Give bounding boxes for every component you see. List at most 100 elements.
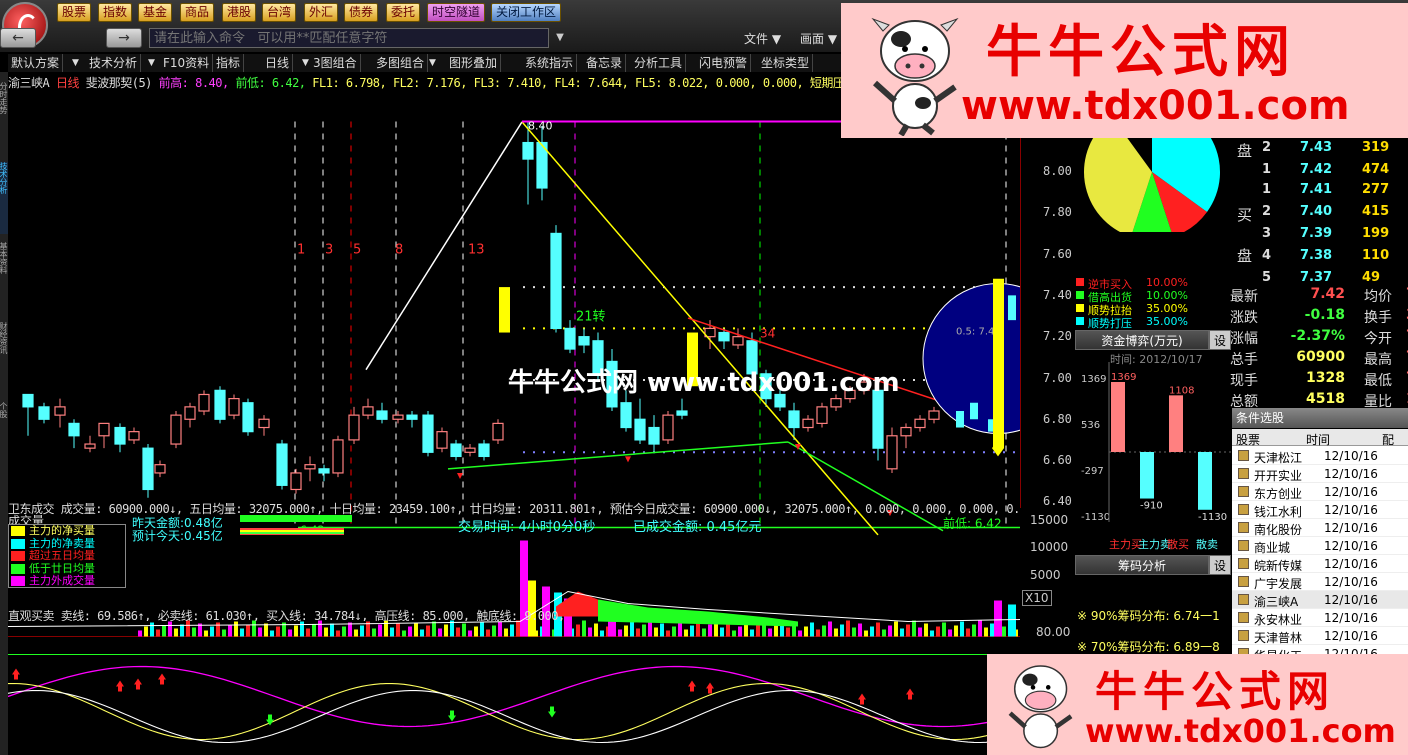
volume-bar <box>1002 626 1006 637</box>
pie-legend-value: 35.00% <box>1146 315 1188 328</box>
quote-label: 现手 <box>1230 373 1258 389</box>
stock-list-row[interactable]: 渝三峡A 12/10/16 <box>1232 591 1408 609</box>
candlestick <box>802 415 814 432</box>
ad-banner-bottom[interactable]: 牛牛公式网 www.tdx001.com <box>987 654 1408 755</box>
stock-date: 12/10/16 <box>1324 521 1378 535</box>
stock-list-column-header[interactable]: 时间 <box>1306 431 1330 448</box>
toolbar-item-7[interactable]: 图形叠加 <box>446 54 502 72</box>
toolbar-item-11[interactable]: 闪电预警 <box>696 54 752 72</box>
stock-list-row[interactable]: 南化股份 12/10/16 <box>1232 519 1408 537</box>
nav-button-1[interactable]: 指数 <box>98 3 133 22</box>
chip-panel-header[interactable]: 筹码分析 <box>1075 555 1209 575</box>
command-input[interactable] <box>149 28 549 48</box>
candlestick <box>128 427 140 445</box>
command-dropdown-icon[interactable]: ▼ <box>552 28 568 48</box>
volume-bar <box>288 629 292 637</box>
volume-bar <box>462 623 466 637</box>
volume-bar <box>648 620 652 637</box>
stock-list-row[interactable]: 天津松江 12/10/16 <box>1232 447 1408 465</box>
trend-line <box>365 121 523 371</box>
stock-list-row[interactable]: 商业城 12/10/16 <box>1232 537 1408 555</box>
stock-date: 12/10/16 <box>1324 629 1378 643</box>
back-button[interactable]: ← <box>0 28 36 48</box>
quote-label: 均价 <box>1364 289 1392 305</box>
stock-list-row[interactable]: 开开实业 12/10/16 <box>1232 465 1408 483</box>
volume-bar <box>258 627 262 637</box>
volume-bar <box>168 621 172 637</box>
indicator-info-line: 直观买卖 卖线: 69.586↑, 必卖线: 61.030↑, 买入线: 34.… <box>8 609 565 621</box>
volume-bar <box>300 621 304 637</box>
toolbar-item-9[interactable]: 备忘录 <box>583 54 627 72</box>
toolbar-item-10[interactable]: 分析工具 <box>631 54 687 72</box>
stock-name: 商业城 <box>1254 541 1291 555</box>
price-chart[interactable]: 1358138.4021转346.42前低: 6.420.5: 7.41留意留意… <box>8 88 1020 755</box>
volume-bar <box>636 628 640 637</box>
volume-bar <box>768 628 772 637</box>
volume-bar <box>360 625 364 637</box>
stock-list: 股票 时间 配天津松江 12/10/16 开开实业 12/10/16 东方创业 12/10/1… <box>1232 429 1408 655</box>
stock-list-row[interactable]: 钱江水利 12/10/16 <box>1232 501 1408 519</box>
price-tick-label: 7.20 <box>1043 329 1072 344</box>
toolbar-item-6[interactable]: 多图组合 <box>373 54 429 72</box>
fund-settings-button[interactable]: 设 <box>1209 330 1231 350</box>
stock-list-column-header[interactable]: 配 <box>1382 431 1394 448</box>
nav-button-7[interactable]: 债券 <box>344 3 379 22</box>
left-tab-3[interactable]: 财经资讯 <box>0 322 8 394</box>
yesterday-bar <box>240 515 352 522</box>
stock-list-row[interactable]: 东方创业 12/10/16 <box>1232 483 1408 501</box>
toolbar-item-3[interactable]: 指标 <box>213 54 245 72</box>
ad-banner-top[interactable]: 牛牛公式网 www.tdx001.com <box>841 3 1408 138</box>
view-menu[interactable]: 画面 ▼ <box>800 30 837 47</box>
dropdown-arrow-icon[interactable]: ▼ <box>429 54 439 72</box>
file-menu[interactable]: 文件 ▼ <box>744 30 781 47</box>
left-tab-2[interactable]: 基本资料 <box>0 242 8 314</box>
volume-bar <box>276 626 280 637</box>
dropdown-arrow-icon[interactable]: ▼ <box>72 54 82 72</box>
stock-list-row[interactable]: 永安林业 12/10/16 <box>1232 609 1408 627</box>
stock-list-row[interactable]: 皖新传媒 12/10/16 <box>1232 555 1408 573</box>
price-tick-label: 8.00 <box>1043 164 1072 178</box>
toolbar-item-4[interactable]: 日线 <box>262 54 294 72</box>
stock-list-row[interactable]: 天津普林 12/10/16 <box>1232 627 1408 645</box>
volume-bar <box>186 620 190 637</box>
candlestick <box>54 398 66 428</box>
ob-price: 7.43 <box>1300 140 1333 155</box>
fund-bar <box>1169 395 1183 452</box>
toolbar-item-2[interactable]: F10资料 <box>160 54 214 72</box>
volume-bar <box>210 626 214 637</box>
toolbar-item-0[interactable]: 默认方案 <box>8 54 64 72</box>
nav-button-0[interactable]: 股票 <box>57 3 92 22</box>
left-tab-1[interactable]: 技术分析 <box>0 162 8 234</box>
volume-bar <box>330 623 334 637</box>
nav-button-2[interactable]: 基金 <box>138 3 173 22</box>
stock-list-row[interactable]: 广宇发展 12/10/16 <box>1232 573 1408 591</box>
nav-button-4[interactable]: 港股 <box>222 3 257 22</box>
nav-button-6[interactable]: 外汇 <box>304 3 339 22</box>
ob-vol: 474 <box>1362 162 1390 177</box>
nav-button-5[interactable]: 台湾 <box>262 3 297 22</box>
nav-button-10[interactable]: 关闭工作区 <box>491 3 562 22</box>
candlestick <box>550 225 562 333</box>
left-tab-0[interactable]: 分时走势 <box>0 82 8 154</box>
nav-button-3[interactable]: 商品 <box>180 3 215 22</box>
stock-list-column-header[interactable]: 股票 <box>1236 431 1260 448</box>
volume-tick-label: X10 <box>1022 590 1052 606</box>
stock-date: 12/10/16 <box>1324 503 1378 517</box>
fund-panel-header[interactable]: 资金博弈(万元) <box>1075 330 1209 350</box>
toolbar-item-5[interactable]: 3图组合 <box>310 54 361 72</box>
volume-bar <box>408 626 412 637</box>
stock-name: 东方创业 <box>1254 487 1303 501</box>
forward-button[interactable]: → <box>106 28 142 48</box>
nav-button-8[interactable]: 委托 <box>386 3 421 22</box>
toolbar-item-12[interactable]: 坐标类型 <box>758 54 814 72</box>
volume-bar <box>234 621 238 637</box>
toolbar-item-1[interactable]: 技术分析 <box>86 54 142 72</box>
dropdown-arrow-icon[interactable]: ▼ <box>148 54 158 72</box>
nav-button-9[interactable]: 时空隧道 <box>427 3 486 22</box>
left-tab-4[interactable]: 个股 <box>0 402 8 474</box>
chip-settings-button[interactable]: 设 <box>1209 555 1231 575</box>
price-tick-label: 7.40 <box>1043 287 1072 302</box>
legend-swatch <box>11 551 25 562</box>
candlestick <box>1008 295 1016 321</box>
toolbar-item-8[interactable]: 系统指示 <box>522 54 578 72</box>
